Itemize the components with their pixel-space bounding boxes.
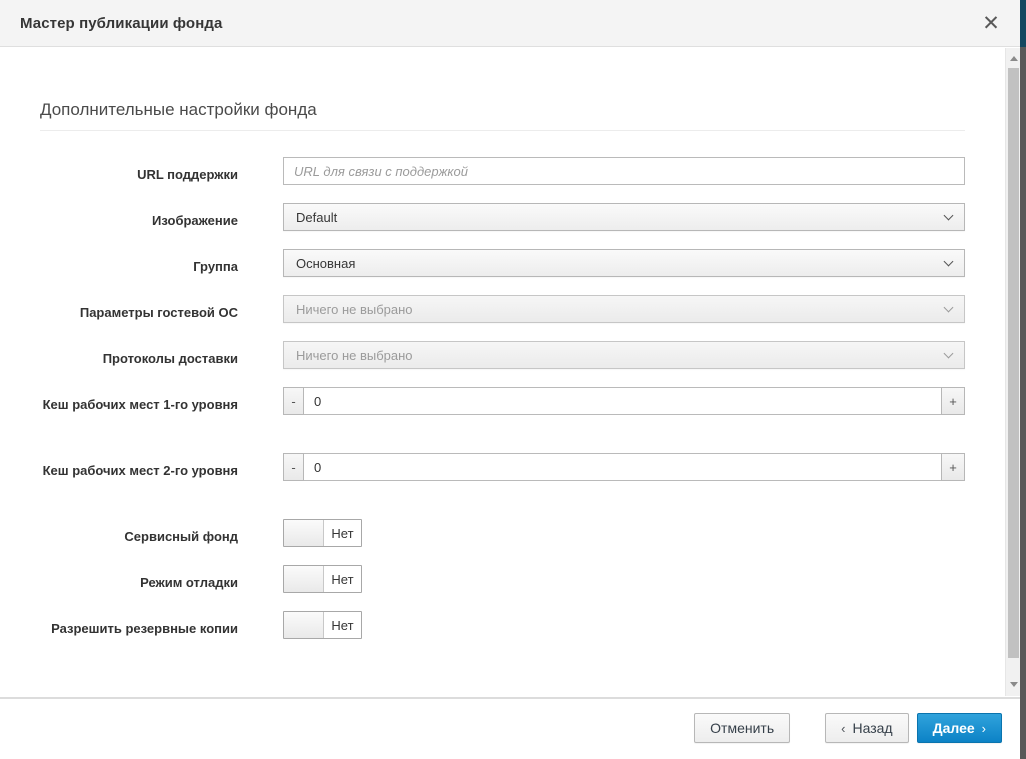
delivery-protocols-select-value: Ничего не выбрано (296, 348, 937, 363)
close-icon[interactable]: ✕ (978, 10, 1004, 36)
image-select-value: Default (296, 210, 937, 225)
group-select[interactable]: Основная (283, 249, 965, 277)
dialog-footer: Отменить ‹ Назад Далее › (0, 697, 1020, 759)
form-row-allow-backups: Разрешить резервные копии Нет (40, 611, 965, 639)
section-title: Дополнительные настройки фонда (40, 100, 965, 131)
chevron-right-icon: › (982, 721, 986, 736)
form-row-debug-mode: Режим отладки Нет (40, 565, 965, 593)
vertical-scrollbar[interactable] (1005, 48, 1020, 696)
toggle-handle (284, 612, 324, 638)
cache-l2-stepper: - + (283, 453, 965, 481)
service-pool-label: Сервисный фонд (40, 519, 238, 547)
window-edge-top (1020, 0, 1026, 47)
debug-mode-label: Режим отладки (40, 565, 238, 593)
dialog-content: Дополнительные настройки фонда URL подде… (0, 48, 1005, 696)
dialog-title: Мастер публикации фонда (20, 15, 222, 32)
chevron-down-icon (944, 348, 954, 358)
next-button[interactable]: Далее › (917, 713, 1002, 743)
form-row-support-url: URL поддержки (40, 157, 965, 185)
guest-os-select-value: Ничего не выбрано (296, 302, 937, 317)
scroll-down-icon[interactable] (1006, 676, 1021, 692)
cancel-button[interactable]: Отменить (694, 713, 790, 743)
window-edge (1020, 0, 1026, 759)
form-row-cache-l2: Кеш рабочих мест 2-го уровня - + (40, 453, 965, 481)
delivery-protocols-label: Протоколы доставки (40, 341, 238, 369)
form-row-group: Группа Основная (40, 249, 965, 277)
delivery-protocols-select: Ничего не выбрано (283, 341, 965, 369)
chevron-down-icon (944, 302, 954, 312)
guest-os-select: Ничего не выбрано (283, 295, 965, 323)
support-url-input[interactable] (283, 157, 965, 185)
form-row-cache-l1: Кеш рабочих мест 1-го уровня - + (40, 387, 965, 415)
form-row-delivery-protocols: Протоколы доставки Ничего не выбрано (40, 341, 965, 369)
scrollbar-thumb[interactable] (1008, 68, 1019, 658)
toggle-handle (284, 566, 324, 592)
toggle-state-label: Нет (324, 520, 361, 546)
chevron-down-icon (944, 210, 954, 220)
cache-l1-input[interactable] (304, 387, 941, 415)
chevron-down-icon (944, 256, 954, 266)
dialog-titlebar: Мастер публикации фонда ✕ (0, 0, 1020, 47)
plus-button[interactable]: + (941, 453, 965, 481)
group-select-value: Основная (296, 256, 937, 271)
allow-backups-toggle[interactable]: Нет (283, 611, 362, 639)
toggle-state-label: Нет (324, 612, 361, 638)
image-label: Изображение (40, 203, 238, 231)
cache-l2-label: Кеш рабочих мест 2-го уровня (40, 453, 238, 481)
allow-backups-label: Разрешить резервные копии (40, 611, 238, 639)
toggle-handle (284, 520, 324, 546)
chevron-left-icon: ‹ (841, 721, 845, 736)
support-url-label: URL поддержки (40, 157, 238, 185)
form-row-service-pool: Сервисный фонд Нет (40, 519, 965, 547)
cache-l1-label: Кеш рабочих мест 1-го уровня (40, 387, 238, 415)
cancel-button-label: Отменить (710, 720, 774, 736)
minus-button[interactable]: - (283, 387, 304, 415)
wizard-dialog: Мастер публикации фонда ✕ Дополнительные… (0, 0, 1026, 759)
guest-os-label: Параметры гостевой ОС (40, 295, 238, 323)
service-pool-toggle[interactable]: Нет (283, 519, 362, 547)
back-button[interactable]: ‹ Назад (825, 713, 908, 743)
minus-button[interactable]: - (283, 453, 304, 481)
cache-l1-stepper: - + (283, 387, 965, 415)
plus-button[interactable]: + (941, 387, 965, 415)
debug-mode-toggle[interactable]: Нет (283, 565, 362, 593)
group-label: Группа (40, 249, 238, 277)
form-row-image: Изображение Default (40, 203, 965, 231)
back-button-label: Назад (852, 720, 892, 736)
scroll-up-icon[interactable] (1006, 50, 1021, 66)
next-button-label: Далее (933, 720, 975, 736)
image-select[interactable]: Default (283, 203, 965, 231)
toggle-state-label: Нет (324, 566, 361, 592)
cache-l2-input[interactable] (304, 453, 941, 481)
form-row-guest-os: Параметры гостевой ОС Ничего не выбрано (40, 295, 965, 323)
